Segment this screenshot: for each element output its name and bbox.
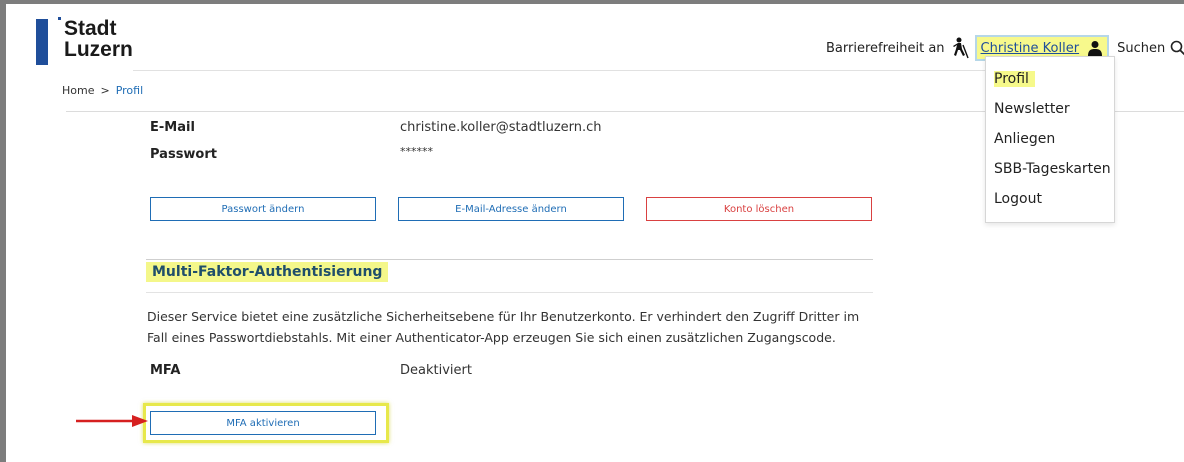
change-email-button[interactable]: E-Mail-Adresse ändern xyxy=(398,197,624,221)
change-password-button[interactable]: Passwort ändern xyxy=(150,197,376,221)
mfa-label: MFA xyxy=(150,363,181,378)
mfa-description: Dieser Service bietet eine zusätzliche S… xyxy=(147,309,860,345)
accessibility-icon xyxy=(952,37,969,59)
password-value: ****** xyxy=(400,145,433,158)
user-name: Christine Koller xyxy=(980,40,1080,56)
breadcrumb: Home > Profil xyxy=(62,84,143,97)
activate-mfa-button[interactable]: MFA aktivieren xyxy=(150,411,376,435)
user-dropdown-menu: Profil Newsletter Anliegen SBB-Tageskart… xyxy=(985,56,1115,223)
search-button[interactable]: Suchen xyxy=(1117,40,1184,56)
delete-account-button[interactable]: Konto löschen xyxy=(646,197,872,221)
logo-line-1: Stadt xyxy=(64,17,117,40)
section-divider-top xyxy=(146,259,873,260)
search-label: Suchen xyxy=(1117,40,1166,56)
section-divider-bottom xyxy=(146,292,873,293)
email-label: E-Mail xyxy=(150,120,195,135)
logo[interactable]: Stadt Luzern xyxy=(64,18,133,60)
breadcrumb-separator: > xyxy=(100,84,110,97)
header-divider xyxy=(133,70,993,71)
menu-item-logout[interactable]: Logout xyxy=(994,191,1042,207)
logo-dot xyxy=(58,17,61,20)
password-label: Passwort xyxy=(150,147,217,162)
menu-item-sbb-tageskarten[interactable]: SBB-Tageskarten xyxy=(994,161,1111,177)
arrow-icon xyxy=(76,415,148,427)
mfa-heading: Multi-Faktor-Authentisierung xyxy=(146,262,389,282)
logo-bar xyxy=(36,19,48,65)
email-value: christine.koller@stadtluzern.ch xyxy=(400,120,602,135)
breadcrumb-current[interactable]: Profil xyxy=(116,84,143,97)
page: Stadt Luzern Barrierefreiheit an Christi… xyxy=(6,4,1184,462)
menu-item-newsletter[interactable]: Newsletter xyxy=(994,101,1070,117)
menu-item-profil[interactable]: Profil xyxy=(994,71,1035,87)
menu-item-anliegen[interactable]: Anliegen xyxy=(994,131,1055,147)
logo-line-2: Luzern xyxy=(64,38,133,61)
breadcrumb-home[interactable]: Home xyxy=(62,84,94,97)
person-icon xyxy=(1088,41,1103,56)
accessibility-toggle[interactable]: Barrierefreiheit an xyxy=(826,37,969,59)
search-icon xyxy=(1170,40,1184,56)
accessibility-label: Barrierefreiheit an xyxy=(826,40,945,56)
mfa-status: Deaktiviert xyxy=(400,363,472,378)
